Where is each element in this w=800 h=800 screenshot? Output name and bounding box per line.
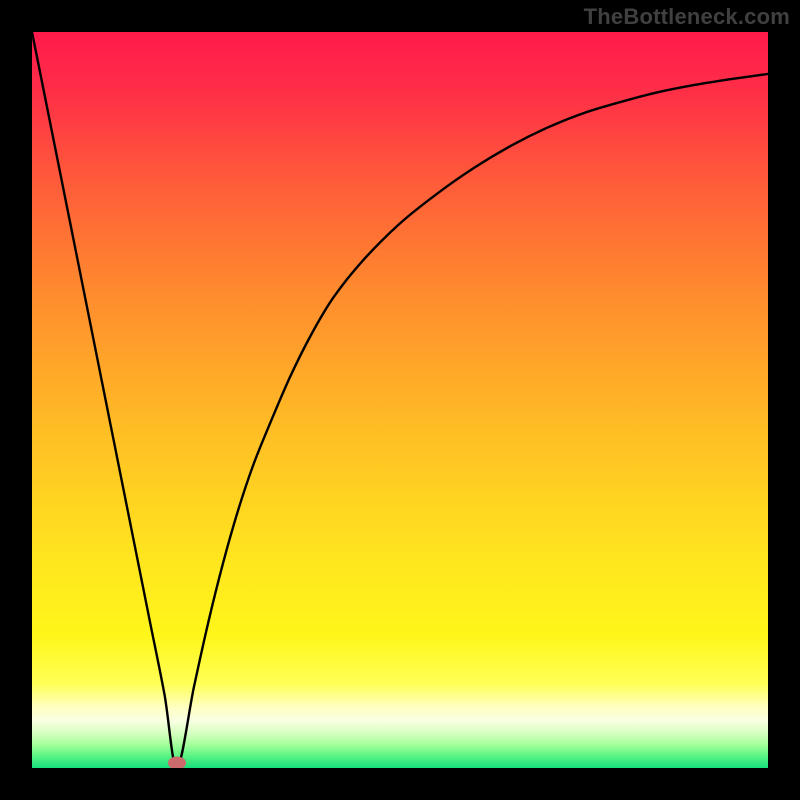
bottleneck-chart — [32, 32, 768, 768]
attribution-label: TheBottleneck.com — [584, 4, 790, 30]
chart-frame: TheBottleneck.com — [0, 0, 800, 800]
gradient-background — [32, 32, 768, 768]
plot-area — [32, 32, 768, 768]
